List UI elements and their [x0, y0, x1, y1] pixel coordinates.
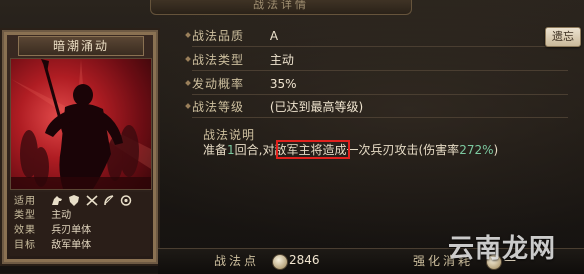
- stat-key-applicable: 适用: [14, 195, 36, 207]
- info-row-skill-type: 战法类型 主动: [192, 50, 568, 71]
- desc-damage-rate: 272%: [459, 143, 494, 157]
- info-row-quality: 战法品质 A: [192, 26, 568, 47]
- level-value: (已达到最高等级): [269, 100, 364, 114]
- description-title: 战法说明: [203, 128, 256, 142]
- probability-label: 发动概率: [192, 77, 245, 91]
- skill-card-title: 暗潮涌动: [18, 36, 144, 56]
- bow-icon: [103, 194, 114, 205]
- desc-part1: 准备: [203, 143, 228, 157]
- desc-part2: 回合,: [234, 143, 263, 157]
- stat-row-type: 类型 主动: [14, 209, 71, 222]
- skill-card: 暗潮涌动 适用 类型 主动 效果 兵刃单体 目标 敌军单体: [2, 30, 158, 264]
- shield-icon: [69, 194, 80, 206]
- stat-key-type: 类型: [14, 210, 36, 221]
- red-highlight-box: [276, 140, 350, 159]
- level-label: 战法等级: [192, 100, 245, 114]
- skill-points-value: 2846: [289, 253, 320, 267]
- skill-art-image: [10, 58, 152, 190]
- desc-part4: ): [493, 143, 499, 157]
- stat-value-effect: 兵刃单体: [51, 225, 92, 236]
- probability-value: 35%: [269, 77, 297, 91]
- cavalry-icon: [52, 195, 63, 205]
- watermark: 云南龙网: [448, 234, 557, 264]
- quality-value: A: [269, 29, 279, 43]
- skill-type-value: 主动: [269, 53, 294, 67]
- info-row-level: 战法等级 (已达到最高等级): [192, 97, 568, 118]
- top-banner: 战法详情: [150, 0, 412, 15]
- desc-rounds-number: 1: [227, 143, 235, 157]
- stat-value-target: 敌军单体: [51, 240, 92, 251]
- stat-key-effect: 效果: [14, 225, 36, 236]
- forget-button[interactable]: 遗忘: [545, 27, 581, 47]
- quality-label: 战法品质: [192, 29, 245, 43]
- catapult-icon: [120, 194, 132, 206]
- coin-icon: [272, 254, 288, 270]
- skill-card-stats: 适用 类型 主动 效果 兵刃单体 目标 敌军单体: [10, 192, 150, 256]
- stat-key-target: 目标: [14, 240, 36, 251]
- stat-value-type: 主动: [51, 210, 72, 221]
- skill-type-label: 战法类型: [192, 53, 245, 67]
- skill-points-label: 战法点: [214, 254, 260, 268]
- stat-row-applicable: 适用: [14, 194, 134, 207]
- troop-icons: [51, 194, 134, 207]
- stat-row-effect: 效果 兵刃单体: [14, 224, 91, 237]
- spear-icon: [86, 194, 98, 206]
- warrior-silhouette-art: [11, 59, 151, 189]
- info-row-probability: 发动概率 35%: [192, 74, 568, 95]
- stat-row-target: 目标 敌军单体: [14, 239, 91, 252]
- description-text: 准备1回合,对敌军主将造成一次兵刃攻击(伤害率272%): [203, 142, 579, 158]
